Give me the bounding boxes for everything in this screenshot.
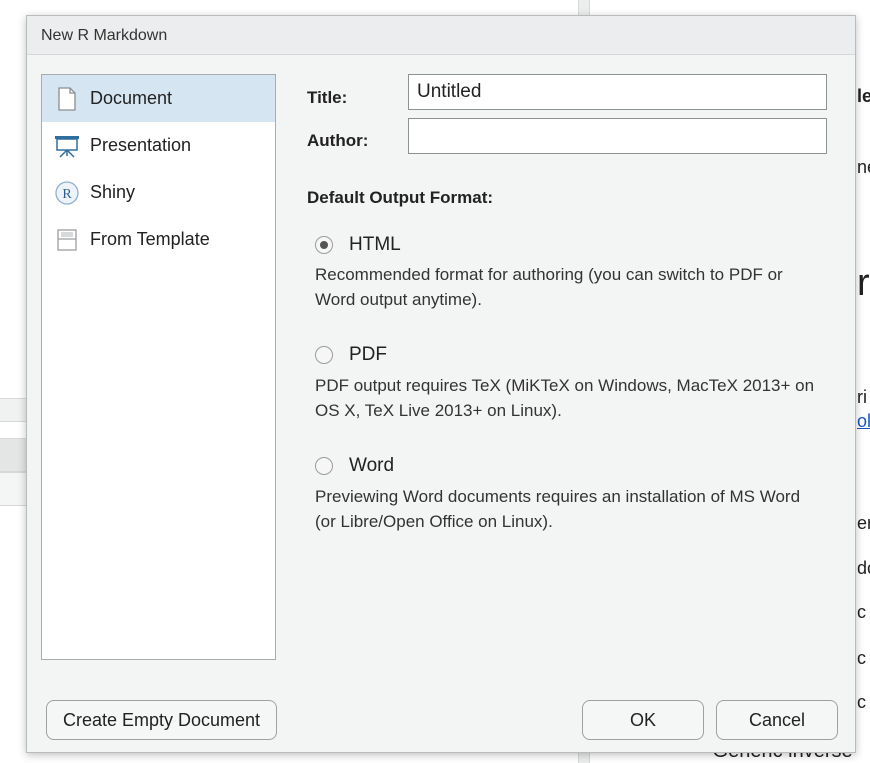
svg-text:R: R [62,187,72,202]
background-text: r [857,262,870,304]
cancel-button[interactable]: Cancel [716,700,838,740]
background-text: er [857,513,870,533]
document-icon [54,86,80,112]
background-pane-row [0,472,26,506]
template-icon [54,227,80,253]
background-text: le [857,86,870,106]
word-radio[interactable] [315,457,333,475]
shiny-r-icon: R [54,180,80,206]
sidebar-item-presentation[interactable]: Presentation [42,122,275,169]
output-option-pdf[interactable]: PDF [315,344,387,366]
author-input[interactable] [408,118,827,154]
sidebar-item-from-template[interactable]: From Template [42,216,275,263]
word-option-description: Previewing Word documents requires an in… [315,487,801,531]
background-text: do [857,558,870,578]
sidebar-item-document[interactable]: Document [42,75,275,122]
word-option-label: Word [349,455,395,476]
template-type-list: Document Presentation R Shiny From Templ… [41,74,276,660]
title-input[interactable] [408,74,827,110]
sidebar-item-label: From Template [90,229,210,249]
output-option-word[interactable]: Word [315,455,394,477]
default-output-format-label: Default Output Format: [307,188,494,207]
html-option-label: HTML [349,234,401,255]
create-empty-document-button[interactable]: Create Empty Document [46,700,277,740]
background-text: c [857,602,866,622]
background-text: ne [857,157,870,177]
ok-button[interactable]: OK [582,700,704,740]
sidebar-item-label: Document [90,88,173,108]
html-radio[interactable] [315,236,333,254]
presentation-icon [54,133,80,159]
pdf-option-label: PDF [349,344,387,365]
sidebar-item-shiny[interactable]: R Shiny [42,169,275,216]
background-pane-tab [0,438,26,472]
pdf-radio[interactable] [315,346,333,364]
background-pane-header [0,398,26,422]
pdf-option-description: PDF output requires TeX (MiKTeX on Windo… [315,376,815,420]
sidebar-item-label: Shiny [90,182,136,202]
dialog-title: New R Markdown [41,27,168,44]
background-text: ri [857,387,867,407]
background-text: c [857,692,866,712]
title-label: Title: [307,88,348,107]
dialog-titlebar[interactable]: New R Markdown [27,16,855,55]
sidebar-item-label: Presentation [90,135,192,155]
background-text: c [857,648,866,668]
background-link[interactable]: ol [857,411,870,432]
output-option-html[interactable]: HTML [315,234,401,256]
author-label: Author: [307,131,369,150]
new-r-markdown-dialog: New R Markdown Document Presentation R S… [26,15,856,753]
html-option-description: Recommended format for authoring (you ca… [315,265,783,309]
